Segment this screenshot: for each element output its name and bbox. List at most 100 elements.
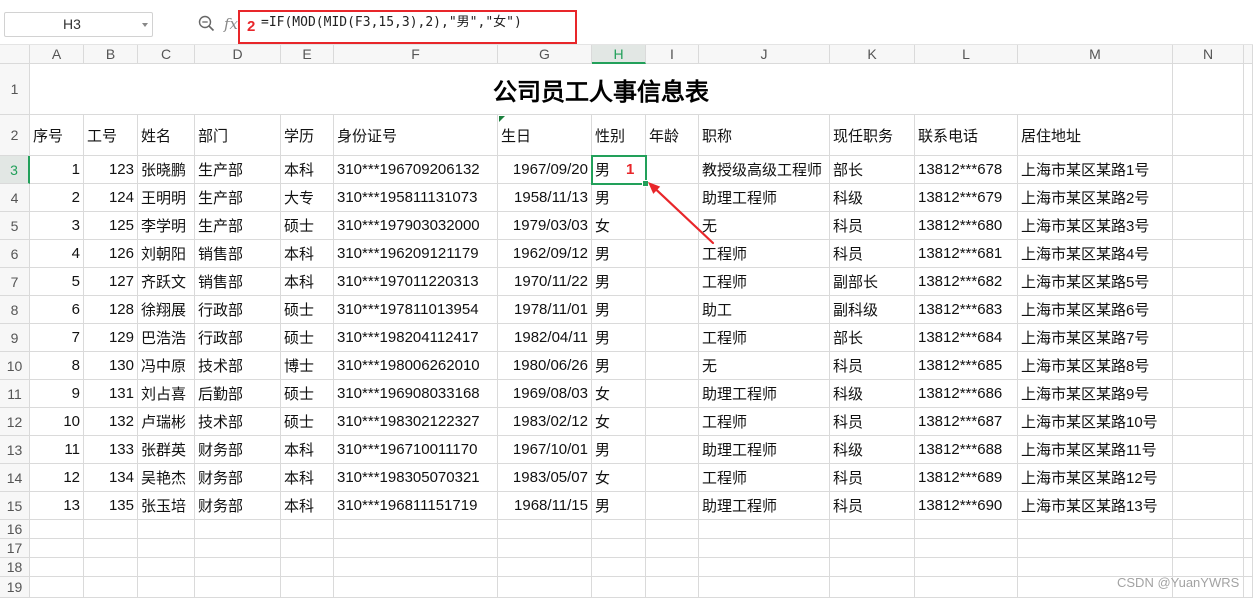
cell-I18[interactable] [646,558,699,577]
cell-J6[interactable]: 工程师 [699,240,830,268]
cell-I2[interactable]: 年龄 [646,115,699,156]
cell-I12[interactable] [646,408,699,436]
cell-L8[interactable]: 13812***683 [915,296,1018,324]
cell-C12[interactable]: 卢瑞彬 [138,408,195,436]
cell-G15[interactable]: 1968/11/15 [498,492,592,520]
column-header-D[interactable]: D [195,45,281,64]
cell-partial11[interactable] [1244,380,1253,408]
cell-J14[interactable]: 工程师 [699,464,830,492]
cell-B18[interactable] [84,558,138,577]
cell-partial7[interactable] [1244,268,1253,296]
cell-E10[interactable]: 博士 [281,352,334,380]
cell-F4[interactable]: 310***195811131073 [334,184,498,212]
cell-D6[interactable]: 销售部 [195,240,281,268]
cell-H6[interactable]: 男 [592,240,646,268]
cell-B5[interactable]: 125 [84,212,138,240]
cell-I13[interactable] [646,436,699,464]
cell-K9[interactable]: 部长 [830,324,915,352]
cell-C16[interactable] [138,520,195,539]
sheet-title[interactable]: 公司员工人事信息表 [30,64,1173,115]
cell-J13[interactable]: 助理工程师 [699,436,830,464]
cell-F7[interactable]: 310***197011220313 [334,268,498,296]
cell-F18[interactable] [334,558,498,577]
cell-C13[interactable]: 张群英 [138,436,195,464]
cell-C5[interactable]: 李学明 [138,212,195,240]
column-header-J[interactable]: J [699,45,830,64]
cell-K11[interactable]: 科级 [830,380,915,408]
cell-H14[interactable]: 女 [592,464,646,492]
cell-E16[interactable] [281,520,334,539]
column-header-B[interactable]: B [84,45,138,64]
column-header-N[interactable]: N [1173,45,1244,64]
cell-H4[interactable]: 男 [592,184,646,212]
cell-partial3[interactable] [1244,156,1253,184]
cell-B4[interactable]: 124 [84,184,138,212]
cell-J18[interactable] [699,558,830,577]
cell-partial10[interactable] [1244,352,1253,380]
cell-D13[interactable]: 财务部 [195,436,281,464]
cell-L19[interactable] [915,577,1018,598]
cell-E19[interactable] [281,577,334,598]
cell-E4[interactable]: 大专 [281,184,334,212]
cell-I14[interactable] [646,464,699,492]
row-header-6[interactable]: 6 [0,240,30,268]
cell-E18[interactable] [281,558,334,577]
cell-C11[interactable]: 刘占喜 [138,380,195,408]
cell-E11[interactable]: 硕士 [281,380,334,408]
cell-J4[interactable]: 助理工程师 [699,184,830,212]
cell-G9[interactable]: 1982/04/11 [498,324,592,352]
cell-A18[interactable] [30,558,84,577]
cell-H18[interactable] [592,558,646,577]
cell-K7[interactable]: 副部长 [830,268,915,296]
cell-K13[interactable]: 科级 [830,436,915,464]
cell-C18[interactable] [138,558,195,577]
cell-J12[interactable]: 工程师 [699,408,830,436]
cell-N1[interactable] [1173,64,1244,115]
cell-F17[interactable] [334,539,498,558]
cell-C6[interactable]: 刘朝阳 [138,240,195,268]
cell-M3[interactable]: 上海市某区某路1号 [1018,156,1173,184]
cell-M9[interactable]: 上海市某区某路7号 [1018,324,1173,352]
cell-L12[interactable]: 13812***687 [915,408,1018,436]
cell-partial9[interactable] [1244,324,1253,352]
cell-C8[interactable]: 徐翔展 [138,296,195,324]
cell-F16[interactable] [334,520,498,539]
cell-E6[interactable]: 本科 [281,240,334,268]
cell-L17[interactable] [915,539,1018,558]
cell-I16[interactable] [646,520,699,539]
cell-partial5[interactable] [1244,212,1253,240]
cell-E14[interactable]: 本科 [281,464,334,492]
row-header-1[interactable]: 1 [0,64,30,115]
cell-F13[interactable]: 310***196710011170 [334,436,498,464]
cell-A10[interactable]: 8 [30,352,84,380]
cell-G16[interactable] [498,520,592,539]
cell-G7[interactable]: 1970/11/22 [498,268,592,296]
cell-partial14[interactable] [1244,464,1253,492]
cell-I15[interactable] [646,492,699,520]
cell-F3[interactable]: 310***196709206132 [334,156,498,184]
cell-K12[interactable]: 科员 [830,408,915,436]
cell-L15[interactable]: 13812***690 [915,492,1018,520]
cell-N13[interactable] [1173,436,1244,464]
cell-L7[interactable]: 13812***682 [915,268,1018,296]
cell-G10[interactable]: 1980/06/26 [498,352,592,380]
cell-E7[interactable]: 本科 [281,268,334,296]
cell-M12[interactable]: 上海市某区某路10号 [1018,408,1173,436]
cell-E2[interactable]: 学历 [281,115,334,156]
row-header-18[interactable]: 18 [0,558,30,577]
select-all-corner[interactable] [0,45,30,64]
cell-G17[interactable] [498,539,592,558]
cell-A14[interactable]: 12 [30,464,84,492]
cell-A12[interactable]: 10 [30,408,84,436]
cell-G3[interactable]: 1967/09/20 [498,156,592,184]
cell-K10[interactable]: 科员 [830,352,915,380]
cell-I17[interactable] [646,539,699,558]
cell-N16[interactable] [1173,520,1244,539]
cell-J5[interactable]: 无 [699,212,830,240]
cell-A7[interactable]: 5 [30,268,84,296]
cell-F15[interactable]: 310***196811151719 [334,492,498,520]
cell-F6[interactable]: 310***196209121179 [334,240,498,268]
cell-B2[interactable]: 工号 [84,115,138,156]
cell-N14[interactable] [1173,464,1244,492]
cell-M7[interactable]: 上海市某区某路5号 [1018,268,1173,296]
